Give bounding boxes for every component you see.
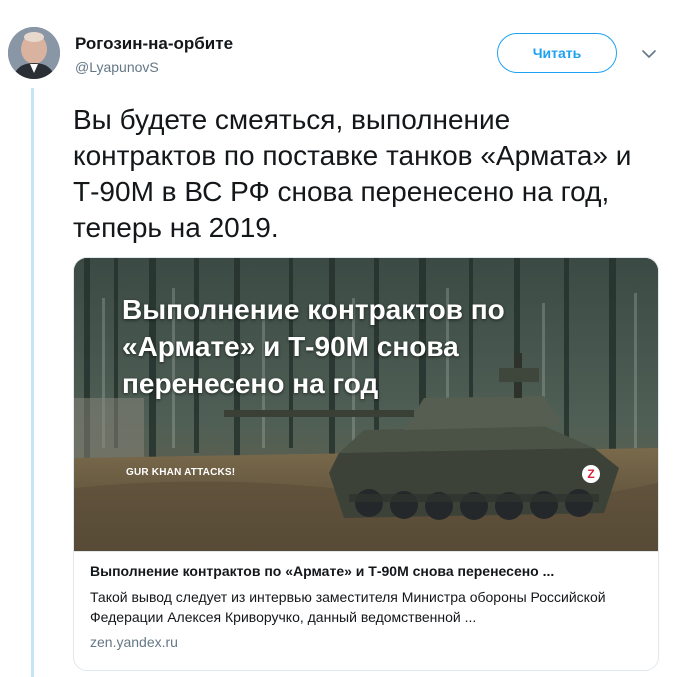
avatar[interactable]	[8, 27, 60, 79]
zen-logo-icon: Z	[582, 465, 600, 483]
author-name[interactable]: Рогозин-на-орбите	[75, 34, 233, 54]
thread-connector-line	[31, 88, 34, 677]
card-image-headline: Выполнение контрактов по «Армате» и Т-90…	[122, 294, 505, 399]
card-domain: zen.yandex.ru	[90, 634, 178, 650]
avatar-photo	[8, 27, 60, 79]
card-image-watermark: GUR KHAN ATTACKS!	[126, 467, 236, 478]
tweet-text: Вы будете смеяться, выполнение контракто…	[73, 104, 632, 243]
link-card[interactable]: Выполнение контрактов по «Армате» и Т-90…	[73, 257, 659, 671]
card-body[interactable]: Выполнение контрактов по «Армате» и Т-90…	[74, 551, 658, 670]
author-handle[interactable]: @LyapunovS	[75, 59, 159, 75]
chevron-down-icon[interactable]	[638, 44, 660, 64]
follow-button[interactable]: Читать	[497, 33, 617, 73]
card-title[interactable]: Выполнение контрактов по «Армате» и Т-90…	[90, 563, 642, 579]
card-image: Выполнение контрактов по «Армате» и Т-90…	[74, 258, 658, 551]
card-description: Такой вывод следует из интервью заместит…	[90, 589, 606, 625]
